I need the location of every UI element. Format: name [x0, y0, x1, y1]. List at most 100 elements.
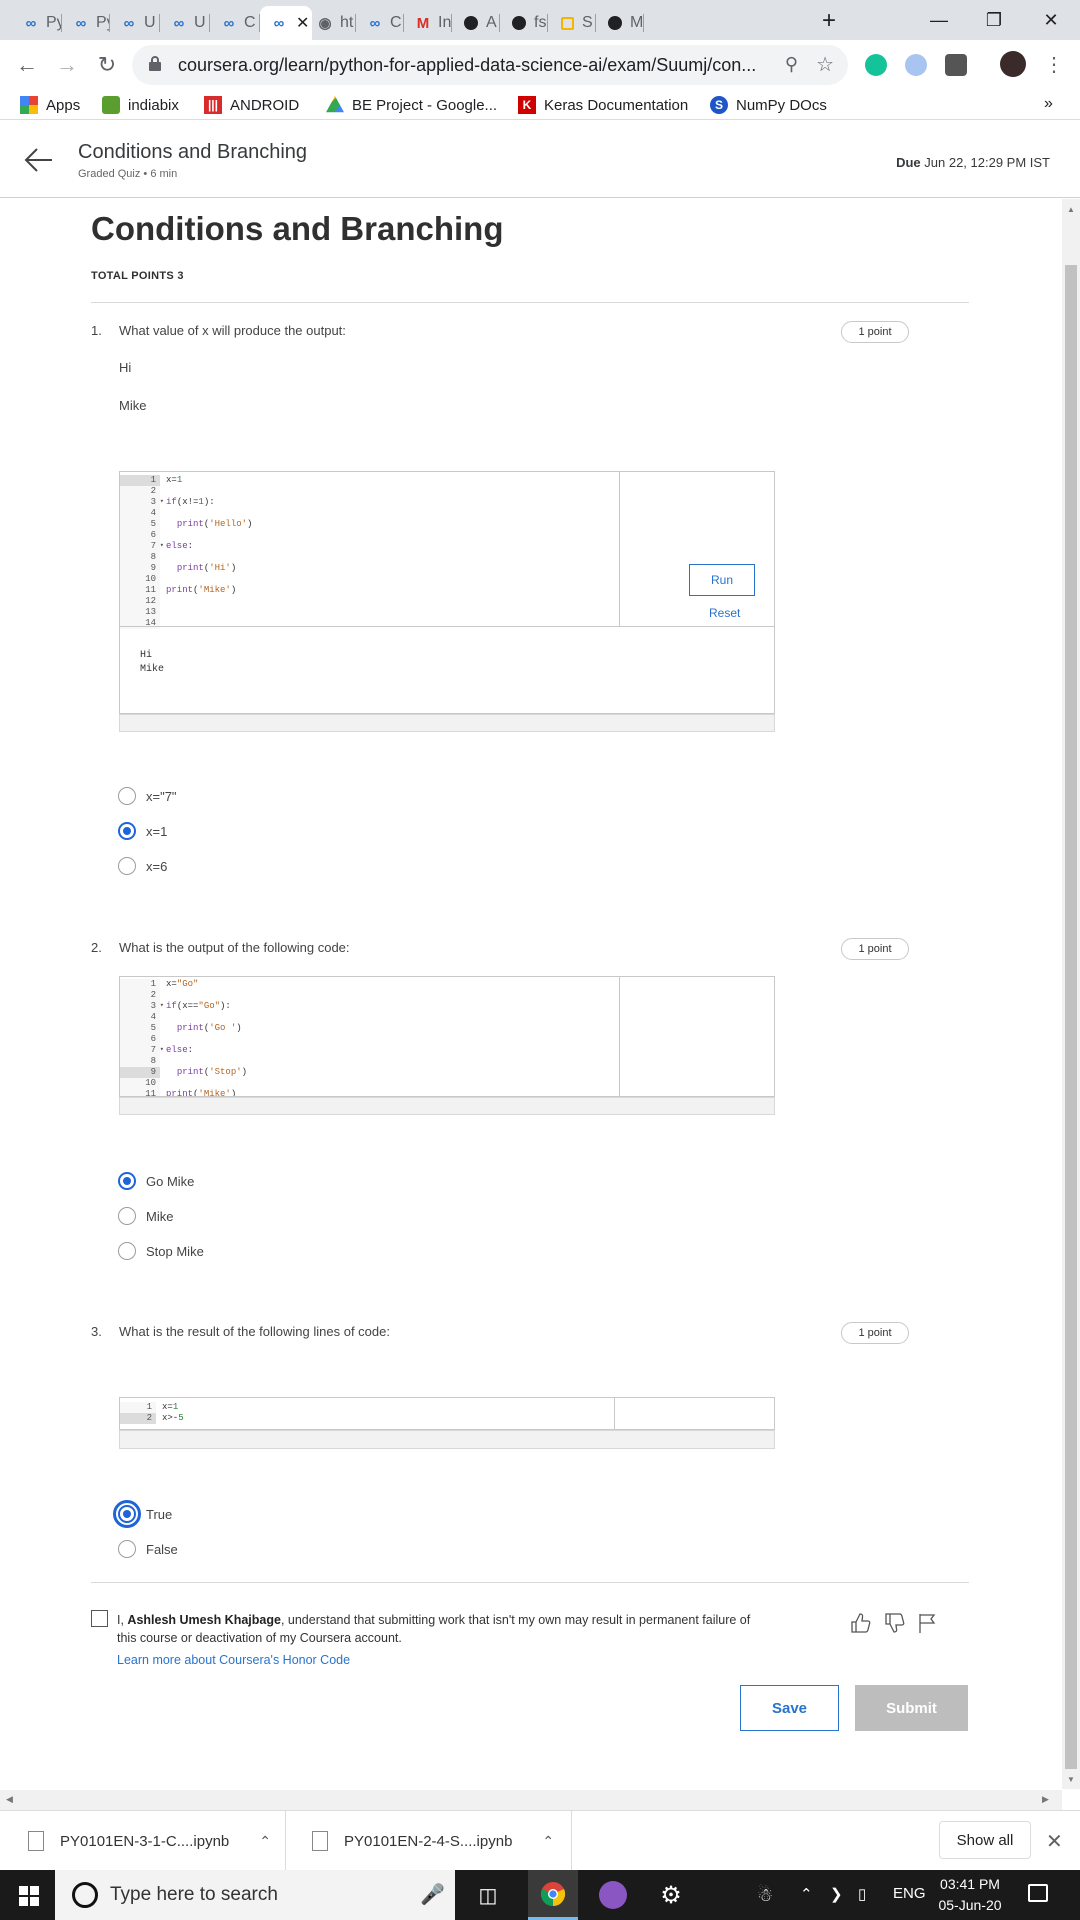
download-item[interactable]: PY0101EN-2-4-S....ipynb ⌃: [286, 1811, 572, 1871]
answer-label[interactable]: False: [146, 1542, 178, 1557]
battery-icon[interactable]: ▯: [858, 1885, 866, 1903]
bookmark-item[interactable]: K Keras Documentation: [518, 94, 688, 116]
answer-label[interactable]: x="7": [146, 789, 177, 804]
wifi-icon[interactable]: ❯: [830, 1885, 843, 1903]
close-download-bar-icon[interactable]: ✕: [1046, 1829, 1063, 1854]
fold-arrow-icon[interactable]: ▾: [160, 1045, 164, 1056]
scroll-down-icon[interactable]: ▼: [1067, 1775, 1075, 1784]
minimize-icon[interactable]: —: [910, 0, 968, 40]
browser-tab[interactable]: A: [452, 6, 500, 40]
save-button[interactable]: Save: [740, 1685, 839, 1731]
run-button[interactable]: Run: [689, 564, 755, 596]
new-tab-button[interactable]: +: [812, 6, 846, 36]
code-editor[interactable]: x=1 x>-5: [162, 1402, 184, 1424]
browser-tab[interactable]: ∞ Py: [62, 6, 110, 40]
taskbar-search-input[interactable]: Type here to search 🎤: [55, 1870, 455, 1920]
answer-radio[interactable]: [118, 1242, 136, 1260]
code-run-panel: Run Reset: [619, 472, 775, 626]
task-view-icon[interactable]: ◫: [463, 1870, 513, 1920]
system-clock[interactable]: 03:41 PM 05-Jun-20: [930, 1874, 1010, 1916]
profile-avatar[interactable]: [1000, 51, 1026, 77]
reset-link[interactable]: Reset: [709, 606, 740, 620]
back-icon[interactable]: ←: [10, 48, 44, 82]
thumbs-up-icon[interactable]: [849, 1612, 871, 1634]
fold-arrow-icon[interactable]: ▾: [160, 497, 164, 508]
scroll-left-icon[interactable]: ◀: [6, 1794, 13, 1805]
extension-icon[interactable]: [905, 54, 927, 76]
answer-label[interactable]: Mike: [146, 1209, 173, 1224]
settings-icon[interactable]: ⚙: [646, 1870, 696, 1920]
honor-code-link[interactable]: Learn more about Coursera's Honor Code: [117, 1653, 350, 1667]
browser-tab[interactable]: ◉ ht: [306, 6, 356, 40]
people-icon[interactable]: ☃: [757, 1885, 773, 1906]
github-desktop-icon[interactable]: [588, 1870, 638, 1920]
answer-radio[interactable]: [118, 857, 136, 875]
browser-tab[interactable]: ∞ Py: [12, 6, 62, 40]
chevron-up-icon[interactable]: ⌃: [542, 1833, 554, 1850]
answer-label[interactable]: x=1: [146, 824, 167, 839]
grammarly-icon[interactable]: [865, 54, 887, 76]
bookmark-star-icon[interactable]: ☆: [816, 52, 834, 77]
address-bar[interactable]: coursera.org/learn/python-for-applied-da…: [132, 45, 848, 85]
reload-icon[interactable]: ↻: [90, 48, 124, 82]
browser-tab[interactable]: ∞ ✕: [260, 6, 312, 40]
answer-radio[interactable]: [118, 1207, 136, 1225]
back-arrow-icon[interactable]: [24, 147, 54, 173]
language-indicator[interactable]: ENG: [893, 1885, 926, 1902]
code-editor[interactable]: x="Go" if(x=="Go"): print('Go ') else: pri…: [166, 979, 247, 1096]
quiz-title: Conditions and Branching: [91, 210, 504, 247]
show-all-button[interactable]: Show all: [939, 1821, 1031, 1859]
forward-icon[interactable]: →: [50, 48, 84, 82]
browser-tab[interactable]: ∞ C: [210, 6, 260, 40]
answer-radio[interactable]: [118, 1172, 136, 1190]
zoom-icon[interactable]: ⚲: [785, 54, 798, 75]
bookmark-item[interactable]: BE Project - Google...: [326, 94, 497, 116]
download-extension-icon[interactable]: [945, 54, 967, 76]
answer-radio[interactable]: [118, 822, 136, 840]
horizontal-scrollbar[interactable]: ◀ ▶: [0, 1790, 1062, 1810]
bookmark-item[interactable]: ||| ANDROID: [204, 94, 299, 116]
answer-radio[interactable]: [118, 787, 136, 805]
scroll-up-icon[interactable]: ▲: [1067, 205, 1075, 214]
answer-label[interactable]: x=6: [146, 859, 167, 874]
answer-radio[interactable]: [113, 1500, 141, 1528]
windows-start-icon[interactable]: [19, 1886, 39, 1906]
thumbs-down-icon[interactable]: [883, 1612, 905, 1634]
browser-tab[interactable]: M: [596, 6, 644, 40]
flag-icon[interactable]: [916, 1612, 938, 1634]
browser-tab[interactable]: ∞ U: [160, 6, 210, 40]
coursera-icon: ∞: [273, 14, 285, 32]
bookmarks-overflow-icon[interactable]: »: [1044, 95, 1053, 113]
bookmark-item[interactable]: S NumPy DOcs: [710, 94, 827, 116]
vertical-scrollbar[interactable]: ▲ ▼: [1062, 199, 1080, 1789]
download-item[interactable]: PY0101EN-3-1-C....ipynb ⌃: [0, 1811, 286, 1871]
scroll-right-icon[interactable]: ▶: [1042, 1794, 1049, 1805]
microphone-icon[interactable]: 🎤: [420, 1882, 445, 1907]
fold-arrow-icon[interactable]: ▾: [160, 541, 164, 552]
browser-tab[interactable]: ∞ C: [356, 6, 404, 40]
browser-tab[interactable]: M In: [404, 6, 452, 40]
show-hidden-icons[interactable]: ⌃: [800, 1885, 813, 1903]
scrollbar-thumb[interactable]: [1065, 265, 1077, 1769]
bookmark-item[interactable]: indiabix: [102, 94, 179, 116]
answer-radio[interactable]: [118, 1540, 136, 1558]
submit-button[interactable]: Submit: [855, 1685, 968, 1731]
answer-label[interactable]: True: [146, 1507, 172, 1522]
fold-arrow-icon[interactable]: ▾: [160, 1001, 164, 1012]
line-number: 12: [145, 596, 156, 606]
browser-tab[interactable]: fs: [500, 6, 548, 40]
browser-tab[interactable]: ∞ U: [110, 6, 160, 40]
bookmark-item[interactable]: Apps: [20, 94, 80, 116]
answer-label[interactable]: Go Mike: [146, 1174, 194, 1189]
chrome-icon[interactable]: [528, 1870, 578, 1920]
notifications-icon[interactable]: [1028, 1884, 1048, 1902]
answer-label[interactable]: Stop Mike: [146, 1244, 204, 1259]
close-window-icon[interactable]: ✕: [1022, 0, 1080, 40]
restore-icon[interactable]: ❐: [965, 0, 1023, 40]
chevron-up-icon[interactable]: ⌃: [259, 1833, 271, 1850]
honor-code-checkbox[interactable]: [91, 1610, 108, 1627]
code-editor[interactable]: x=1 if(x!=1): print('Hello') else: print('…: [166, 475, 252, 629]
browser-tab[interactable]: S: [548, 6, 596, 40]
menu-icon[interactable]: ⋮: [1044, 52, 1064, 77]
